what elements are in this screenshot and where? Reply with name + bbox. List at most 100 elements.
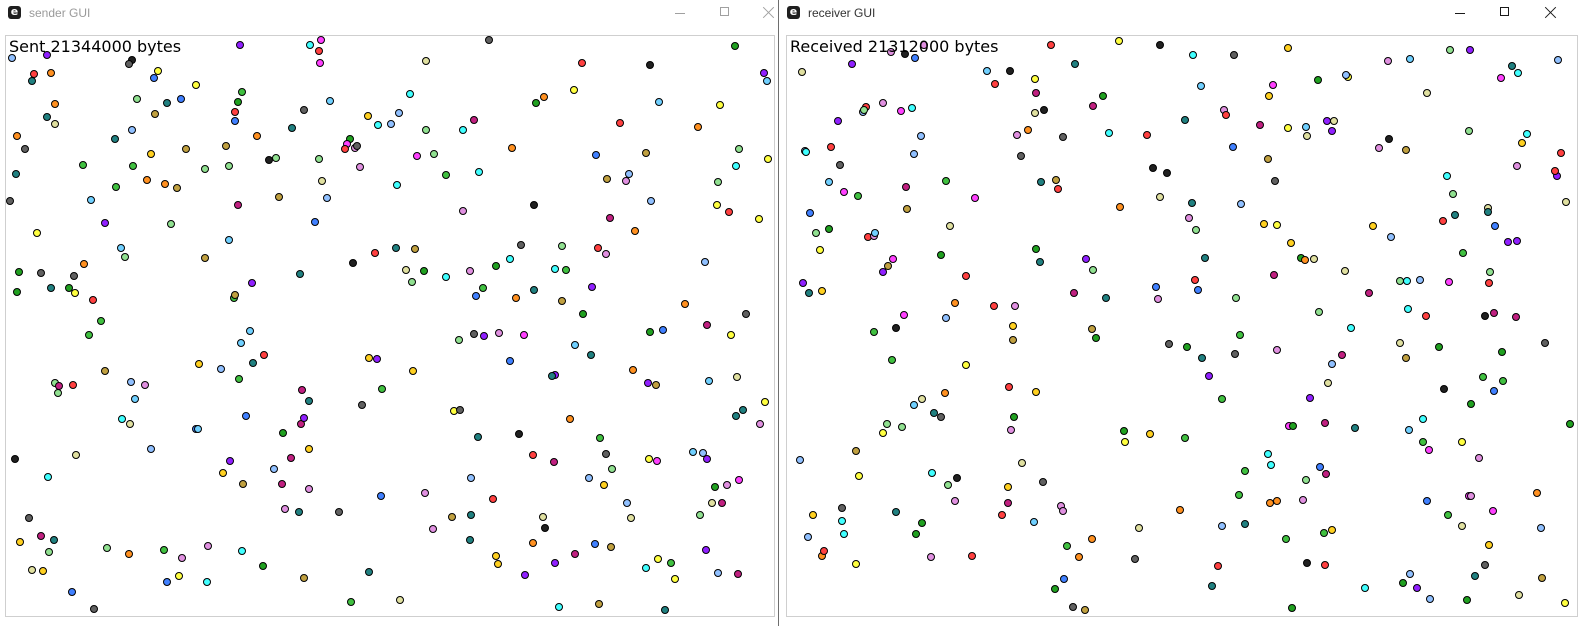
ball-dot xyxy=(70,272,78,280)
ball-dot xyxy=(65,284,73,292)
ball-dot xyxy=(1361,584,1369,592)
ball-dot xyxy=(1416,276,1424,284)
ball-dot xyxy=(1069,603,1077,611)
ball-dot xyxy=(1099,92,1107,100)
ball-dot xyxy=(51,120,59,128)
ball-dot xyxy=(161,180,169,188)
ball-dot xyxy=(942,177,950,185)
maximize-button[interactable] xyxy=(1482,0,1528,28)
ball-dot xyxy=(356,163,364,171)
ball-dot xyxy=(1499,377,1507,385)
ball-dot xyxy=(1491,222,1499,230)
ball-dot xyxy=(1439,217,1447,225)
ball-dot xyxy=(1005,383,1013,391)
ball-dot xyxy=(1149,164,1157,172)
ball-dot xyxy=(713,201,721,209)
ball-dot xyxy=(962,272,970,280)
ball-dot xyxy=(1284,44,1292,52)
ball-dot xyxy=(1230,51,1238,59)
ball-dot xyxy=(1518,139,1526,147)
ball-dot xyxy=(15,268,23,276)
ball-dot xyxy=(1270,271,1278,279)
ball-dot xyxy=(739,406,747,414)
ball-dot xyxy=(1116,203,1124,211)
ball-dot xyxy=(550,458,558,466)
ball-dot xyxy=(1241,520,1249,528)
ball-dot xyxy=(222,142,230,150)
ball-dot xyxy=(479,284,487,292)
ball-dot xyxy=(141,381,149,389)
ball-dot xyxy=(103,544,111,552)
ball-dot xyxy=(968,552,976,560)
ball-dot xyxy=(1328,360,1336,368)
ball-dot xyxy=(796,456,804,464)
ball-dot xyxy=(631,227,639,235)
ball-dot xyxy=(253,132,261,140)
ball-dot xyxy=(248,279,256,287)
ball-dot xyxy=(311,218,319,226)
close-button[interactable] xyxy=(746,0,778,28)
ball-dot xyxy=(1009,322,1017,330)
ball-dot xyxy=(287,454,295,462)
ball-dot xyxy=(1342,71,1350,79)
ball-dot xyxy=(420,267,428,275)
ball-dot xyxy=(374,121,382,129)
ball-dot xyxy=(681,300,689,308)
ball-dot xyxy=(764,155,772,163)
ball-dot xyxy=(558,297,566,305)
ball-dot xyxy=(167,220,175,228)
ball-dot xyxy=(1271,177,1279,185)
ball-dot xyxy=(12,170,20,178)
receiver-canvas[interactable]: Received 21312000 bytes xyxy=(786,35,1578,617)
ball-dot xyxy=(1289,422,1297,430)
ball-dot xyxy=(951,497,959,505)
ball-dot xyxy=(305,445,313,453)
ball-dot xyxy=(1444,511,1452,519)
ball-dot xyxy=(827,143,835,151)
ball-dot xyxy=(125,550,133,558)
ball-dot xyxy=(714,569,722,577)
ball-dot xyxy=(1156,41,1164,49)
ball-dot xyxy=(517,241,525,249)
ball-dot xyxy=(1007,426,1015,434)
ball-dot xyxy=(371,249,379,257)
ball-dot xyxy=(834,117,842,125)
ball-dot xyxy=(1017,152,1025,160)
ball-dot xyxy=(1375,144,1383,152)
ball-dot xyxy=(231,108,239,116)
ball-dot xyxy=(520,331,528,339)
ball-dot xyxy=(871,229,879,237)
ball-dot xyxy=(1264,450,1272,458)
ball-dot xyxy=(644,379,652,387)
ball-dot xyxy=(1189,51,1197,59)
ball-dot xyxy=(1435,343,1443,351)
ball-dot xyxy=(489,495,497,503)
minimize-button[interactable] xyxy=(657,0,703,28)
ball-dot xyxy=(555,603,563,611)
sender-title-bar[interactable]: e sender GUI xyxy=(0,0,778,30)
ball-dot xyxy=(1321,419,1329,427)
ball-dot xyxy=(558,242,566,250)
receiver-title-bar[interactable]: e receiver GUI xyxy=(779,0,1579,30)
ball-dot xyxy=(825,178,833,186)
ball-dot xyxy=(1459,249,1467,257)
ball-dot xyxy=(43,113,51,121)
maximize-button[interactable] xyxy=(702,0,748,28)
ball-dot xyxy=(1205,372,1213,380)
ball-dot xyxy=(1538,574,1546,582)
ball-dot xyxy=(316,59,324,67)
ball-dot xyxy=(358,401,366,409)
ball-dot xyxy=(1490,309,1498,317)
ball-dot xyxy=(1156,193,1164,201)
ball-dot xyxy=(1387,233,1395,241)
ball-dot xyxy=(910,150,918,158)
sender-canvas[interactable]: Sent 21344000 bytes xyxy=(5,35,775,617)
close-button[interactable] xyxy=(1528,0,1574,28)
ball-dot xyxy=(353,142,361,150)
minimize-button[interactable] xyxy=(1437,0,1483,28)
ball-dot xyxy=(192,81,200,89)
ball-dot xyxy=(219,469,227,477)
ball-dot xyxy=(1486,268,1494,276)
ball-dot xyxy=(238,547,246,555)
ball-dot xyxy=(475,168,483,176)
